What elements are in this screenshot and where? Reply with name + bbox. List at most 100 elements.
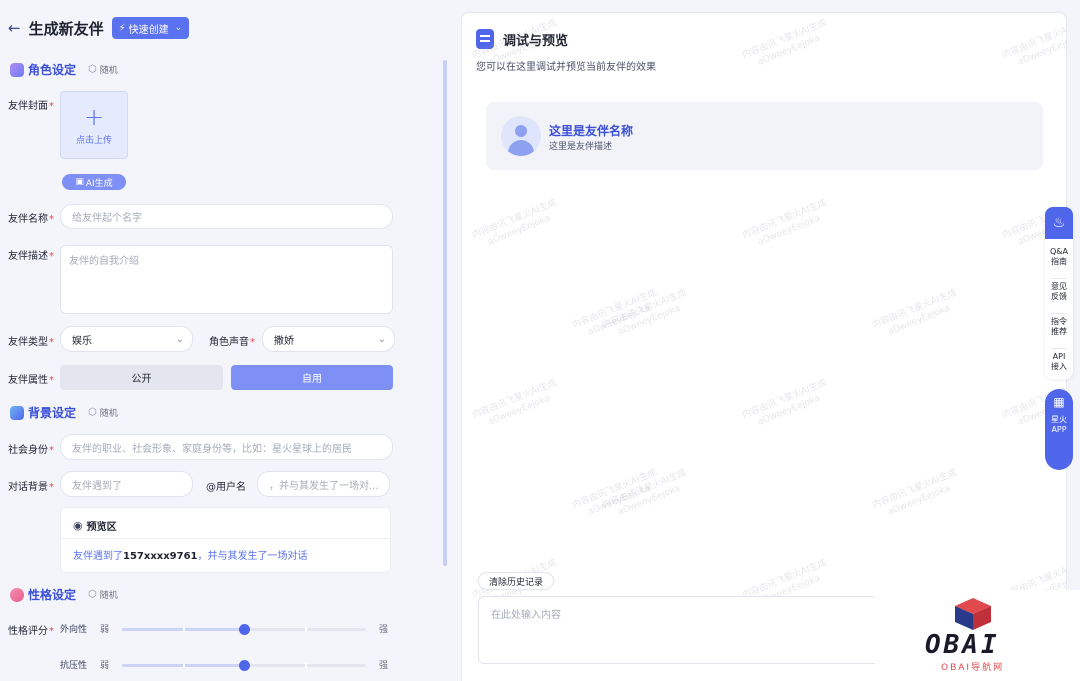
required-mark: * (49, 375, 54, 386)
desc-label-text: 友伴描述 (8, 251, 48, 262)
plus-icon: + (83, 102, 105, 131)
identity-label-text: 社会身份 (8, 445, 48, 456)
slider-tick (183, 627, 185, 632)
companion-desc: 这里是友伴描述 (549, 142, 613, 152)
desc-textarea[interactable]: 友伴的自我介绍 (60, 245, 393, 314)
watermark: 内容由讯飞星火AI生成 aOweeyEejoka (571, 287, 659, 338)
watermark: 内容由讯飞星火AI生成 aOweeyEejoka (741, 197, 829, 248)
chat-input-placeholder: 在此处输入内容 (491, 610, 561, 621)
watermark: 内容由讯飞星火AI生成 aOweeyEejoka (741, 17, 829, 68)
slider-track[interactable] (122, 660, 366, 671)
required-mark: * (49, 445, 54, 456)
rail-item-commands[interactable]: 指令 推荐 (1045, 317, 1073, 337)
required-mark: * (250, 337, 255, 348)
required-mark: * (49, 101, 54, 112)
background-random-button[interactable]: ⬡ 随机 (88, 406, 118, 419)
debug-preview-panel: 调试与预览 您可以在这里调试并预览当前友伴的效果 内容由讯飞星火AI生成 aOw… (461, 12, 1067, 681)
voice-label: 角色声音* (209, 333, 255, 348)
attr-label-text: 友伴属性 (8, 375, 48, 386)
chevron-down-icon: ⌄ (174, 23, 183, 33)
companion-card: 这里是友伴名称 这里是友伴描述 (486, 102, 1043, 170)
quick-create-dropdown[interactable]: ⚡ 快速创建 ⌄ (111, 17, 190, 39)
username-tag-text: @用户名 (206, 482, 246, 493)
companion-form-panel: ← 生成新友伴 ⚡ 快速创建 ⌄ 角色设定 ⬡ 随机 友伴封面* + 点击上传 … (0, 0, 452, 681)
trait-name: 抗压性 (60, 661, 88, 671)
back-arrow-icon[interactable]: ← (8, 19, 21, 37)
dialog-input-1[interactable]: 友伴遇到了 (60, 471, 193, 497)
role-random-button[interactable]: ⬡ 随机 (88, 63, 118, 76)
role-icon (10, 62, 24, 77)
cover-upload-button[interactable]: + 点击上传 (60, 91, 128, 159)
spark-icon[interactable]: ♨ (1045, 207, 1073, 239)
random-label: 随机 (99, 591, 118, 601)
role-section-title: 角色设定 ⬡ 随机 (10, 61, 118, 78)
trait-weak-label: 弱 (100, 625, 110, 635)
type-select[interactable]: 娱乐 ⌄ (60, 326, 193, 352)
ai-generate-button[interactable]: ▣ AI生成 (62, 174, 126, 190)
type-label-text: 友伴类型 (8, 337, 48, 348)
watermark: 内容由讯飞星火AI生成 aOweeyEejoka (1001, 17, 1067, 68)
rail-item-feedback[interactable]: 意见 反馈 (1045, 282, 1073, 302)
attr-private-button[interactable]: 自用 (231, 365, 393, 390)
avatar (501, 116, 541, 156)
logo-subtext: OBAI导航网 (941, 663, 1005, 673)
name-input[interactable]: 给友伴起个名字 (60, 204, 393, 229)
voice-select[interactable]: 撒娇 ⌄ (262, 326, 395, 352)
cube-logo-icon (955, 598, 991, 630)
slider-tick (183, 663, 185, 668)
companion-name: 这里是友伴名称 (549, 124, 634, 138)
avatar-body (508, 140, 534, 156)
name-placeholder: 给友伴起个名字 (72, 213, 142, 224)
slider-thumb[interactable] (239, 660, 250, 671)
attr-public-label: 公开 (131, 374, 152, 385)
identity-input[interactable]: 友伴的职业、社会形象、家庭身份等，比如：星火星球上的居民 (60, 434, 393, 460)
rail-item-api[interactable]: API 接入 (1045, 352, 1073, 372)
eye-icon: ◉ (73, 519, 83, 532)
attr-label: 友伴属性* (8, 371, 54, 386)
page-title: 生成新友伴 (28, 19, 104, 38)
dialog-input-2[interactable]: ，并与其发生了一场对... (257, 471, 390, 497)
rail-divider (1051, 278, 1067, 279)
lightning-icon: ⚡ (118, 22, 126, 34)
rail-divider (1051, 313, 1067, 314)
personality-random-button[interactable]: ⬡ 随机 (88, 588, 118, 601)
attr-private-label: 自用 (302, 374, 322, 385)
preview-header: ◉ 预览区 (73, 518, 117, 533)
watermark: 内容由讯飞星火AI生成 aOweeyEejoka (601, 467, 689, 518)
slider-thumb[interactable] (239, 624, 250, 635)
dialog-label-text: 对话背景 (8, 482, 48, 493)
trait-slider[interactable]: 抗压性 弱 强 (60, 658, 392, 672)
attr-public-button[interactable]: 公开 (60, 365, 223, 390)
spark-app-button[interactable]: ▦ 星火 APP (1045, 389, 1073, 470)
random-label: 随机 (99, 409, 118, 419)
watermark: 内容由讯飞星火AI生成 aOweeyEejoka (571, 467, 659, 518)
preview-prefix: 友伴遇到了 (73, 551, 123, 562)
background-section-title: 背景设定 ⬡ 随机 (10, 404, 118, 421)
form-scrollbar[interactable] (443, 60, 447, 566)
avatar-head (515, 125, 527, 137)
dialog-placeholder-1: 友伴遇到了 (72, 480, 122, 492)
dice-icon: ⬡ (88, 64, 97, 75)
rail-divider (1051, 348, 1067, 349)
cover-label: 友伴封面* (8, 97, 54, 112)
watermark: 内容由讯飞星火AI生成 aOweeyEejoka (471, 377, 559, 428)
clear-history-button[interactable]: 清除历史记录 (478, 572, 555, 590)
clear-history-label: 清除历史记录 (489, 577, 544, 588)
chevron-down-icon: ⌄ (377, 333, 386, 345)
side-rail: ♨ Q&A 指南 意见 反馈 指令 推荐 API 接入 (1045, 207, 1073, 379)
trait-slider[interactable]: 外向性 弱 强 (60, 622, 392, 636)
rail-item-qa[interactable]: Q&A 指南 (1045, 247, 1073, 267)
chevron-down-icon: ⌄ (175, 333, 184, 345)
score-label: 性格评分* (8, 622, 54, 637)
trait-strong-label: 强 (378, 661, 388, 671)
voice-label-text: 角色声音 (209, 337, 249, 348)
voice-value: 撒娇 (274, 335, 294, 347)
dice-icon: ⬡ (88, 589, 97, 600)
preview-user: 157xxxx9761 (123, 551, 198, 562)
background-icon (10, 405, 24, 420)
slider-track[interactable] (122, 624, 366, 635)
preview-divider (61, 538, 390, 539)
dialog-placeholder-2: ，并与其发生了一场对... (269, 480, 379, 492)
page-header: ← 生成新友伴 ⚡ 快速创建 ⌄ (8, 17, 190, 39)
preview-panel-header: 调试与预览 (476, 29, 568, 49)
